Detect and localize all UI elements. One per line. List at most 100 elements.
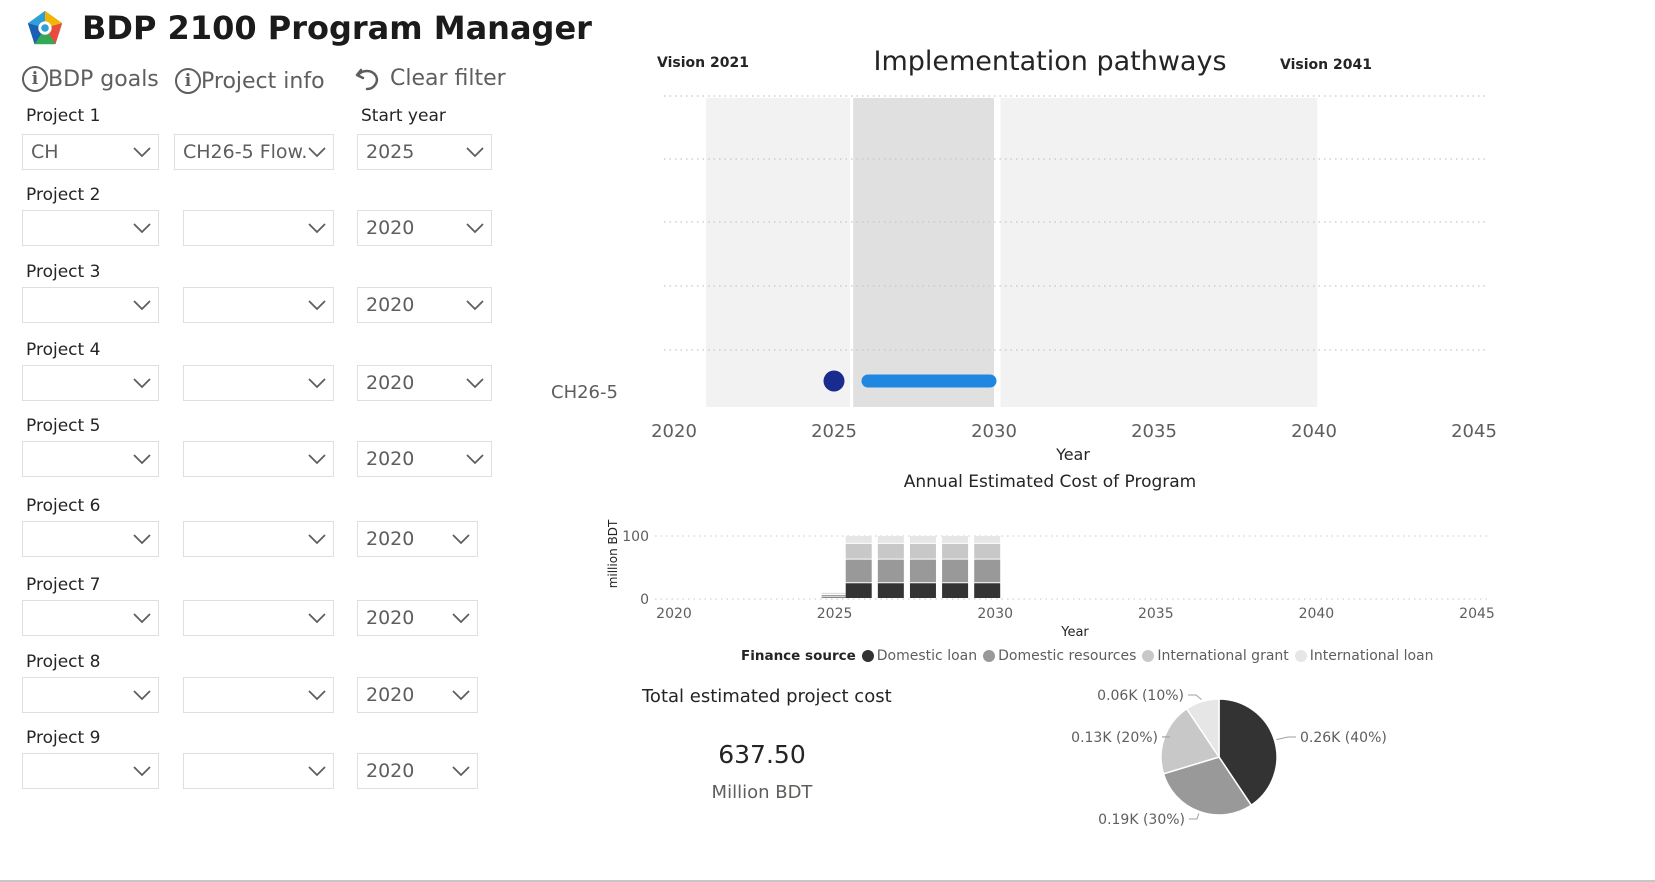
start-year-dropdown[interactable]: 2020	[357, 600, 478, 636]
cost-bar-segment	[909, 536, 936, 543]
legend-item[interactable]: Domestic resources	[977, 648, 1136, 664]
y-tick-label: 0	[640, 592, 649, 608]
region-dropdown[interactable]	[22, 753, 159, 789]
region-dropdown[interactable]	[22, 600, 159, 636]
project-label: Project 2	[26, 185, 101, 205]
start-year-dropdown[interactable]: 2020	[357, 521, 478, 557]
pathways-title: Implementation pathways	[873, 46, 1226, 77]
cost-bar-segment	[877, 543, 904, 559]
x-tick-label: 2025	[811, 421, 857, 442]
project-dropdown[interactable]	[183, 677, 334, 713]
start-year-dropdown-value: 2020	[366, 684, 415, 706]
info-icon: i	[175, 68, 201, 94]
project-label: Project 8	[26, 652, 101, 672]
chevron-down-icon	[466, 378, 484, 389]
pie-leader-line	[1276, 736, 1296, 741]
project-info-button[interactable]: i Project info	[175, 68, 325, 94]
info-icon: i	[22, 66, 48, 92]
bdp-goals-button[interactable]: i BDP goals	[22, 66, 159, 92]
chevron-down-icon	[308, 766, 326, 777]
legend-item[interactable]: International loan	[1289, 648, 1433, 664]
chevron-down-icon	[466, 223, 484, 234]
vision-2021-label: Vision 2021	[657, 55, 749, 71]
start-year-dropdown-value: 2025	[366, 141, 415, 163]
chevron-down-icon	[308, 300, 326, 311]
x-tick-label: 2045	[1459, 606, 1495, 622]
start-year-dropdown[interactable]: 2020	[357, 677, 478, 713]
region-dropdown[interactable]	[22, 441, 159, 477]
region-dropdown-value: CH	[31, 141, 59, 163]
cost-bar-segment	[845, 583, 872, 598]
x-tick-label: 2035	[1131, 421, 1177, 442]
chevron-down-icon	[452, 766, 470, 777]
chevron-down-icon	[308, 454, 326, 465]
project-dropdown[interactable]	[183, 600, 334, 636]
start-year-dropdown[interactable]: 2020	[357, 287, 492, 323]
project-dropdown[interactable]	[183, 210, 334, 246]
chevron-down-icon	[452, 613, 470, 624]
cost-x-axis-label: Year	[1060, 625, 1089, 640]
cost-bar-segment	[942, 543, 969, 559]
chevron-down-icon	[133, 613, 151, 624]
region-dropdown[interactable]	[22, 677, 159, 713]
region-dropdown[interactable]	[22, 210, 159, 246]
start-year-dropdown-value: 2020	[366, 528, 415, 550]
pie-leader-line	[1188, 694, 1202, 700]
project-dropdown[interactable]	[183, 365, 334, 401]
implementation-pathways-chart: Implementation pathways Vision 2021 Visi…	[551, 46, 1497, 464]
chevron-down-icon	[308, 534, 326, 545]
cost-bar-segment	[821, 593, 848, 595]
start-year-label: Start year	[361, 106, 446, 126]
region-dropdown[interactable]: CH	[22, 134, 159, 170]
project-dropdown[interactable]	[183, 441, 334, 477]
chevron-down-icon	[308, 613, 326, 624]
cost-bar-segment	[821, 595, 848, 597]
project-label: Project 1	[26, 106, 101, 126]
x-tick-label: 2040	[1299, 606, 1335, 622]
cost-bar-segment	[877, 559, 904, 583]
start-year-dropdown[interactable]: 2020	[357, 753, 478, 789]
pathways-row-label: CH26-5	[551, 382, 618, 403]
project-label: Project 5	[26, 416, 101, 436]
cost-bar-segment	[942, 583, 969, 598]
x-tick-label: 2030	[977, 606, 1013, 622]
finance-pie-chart: 0.26K (40%) 0.19K (30%) 0.13K (20%) 0.06K (…	[1071, 688, 1387, 828]
start-year-dropdown[interactable]: 2020	[357, 441, 492, 477]
period-band	[853, 98, 994, 407]
pie-data-label: 0.13K (20%)	[1071, 730, 1158, 746]
period-band	[1000, 98, 1318, 407]
chevron-down-icon	[133, 378, 151, 389]
project-dropdown[interactable]	[183, 521, 334, 557]
clear-filter-button[interactable]: Clear filter	[354, 64, 506, 92]
start-year-dropdown[interactable]: 2020	[357, 365, 492, 401]
region-dropdown[interactable]	[22, 365, 159, 401]
chevron-down-icon	[466, 454, 484, 465]
vision-2041-label: Vision 2041	[1280, 57, 1372, 73]
x-tick-label: 2020	[651, 421, 697, 442]
chevron-down-icon	[133, 147, 151, 158]
app-header: BDP 2100 Program Manager	[26, 6, 592, 50]
project-dropdown[interactable]	[183, 753, 334, 789]
region-dropdown[interactable]	[22, 521, 159, 557]
total-cost-label: Total estimated project cost	[642, 686, 892, 707]
chevron-down-icon	[308, 147, 326, 158]
project-dropdown[interactable]: CH26-5 Flow...	[174, 134, 334, 170]
start-year-dropdown[interactable]: 2020	[357, 210, 492, 246]
cost-bar-segment	[942, 559, 969, 583]
start-year-dropdown[interactable]: 2025	[357, 134, 492, 170]
legend-item[interactable]: Domestic loan	[856, 648, 977, 664]
chevron-down-icon	[308, 378, 326, 389]
period-band	[706, 98, 850, 407]
cost-y-axis-label: million BDT	[606, 519, 620, 588]
legend-item[interactable]: International grant	[1136, 648, 1289, 664]
start-year-dropdown-value: 2020	[366, 760, 415, 782]
legend-label: International grant	[1157, 648, 1289, 664]
project-label: Project 6	[26, 496, 101, 516]
start-year-dropdown-value: 2020	[366, 607, 415, 629]
start-year-dropdown-value: 2020	[366, 217, 415, 239]
cost-chart-title: Annual Estimated Cost of Program	[904, 472, 1197, 492]
project-dropdown[interactable]	[183, 287, 334, 323]
cost-bar-segment	[845, 536, 872, 543]
chevron-down-icon	[466, 300, 484, 311]
region-dropdown[interactable]	[22, 287, 159, 323]
